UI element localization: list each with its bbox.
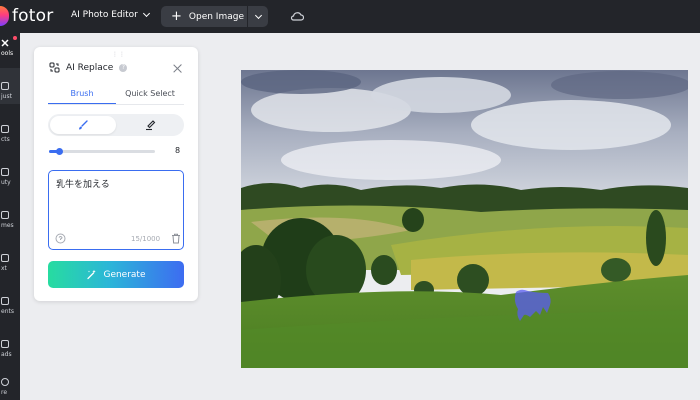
rail-item-elements[interactable]: ents <box>0 297 20 315</box>
ai-replace-panel: ⋮⋮ AI Replace ? Brush Quick Select 8 乳牛を… <box>34 47 198 301</box>
selection-tabs: Brush Quick Select <box>48 85 184 105</box>
brush-icon[interactable] <box>77 119 89 131</box>
text-icon <box>1 254 9 262</box>
rail-item-beauty[interactable]: uty <box>0 168 20 186</box>
rail-label: just <box>1 93 12 100</box>
plus-icon: + <box>171 9 182 24</box>
top-bar: fotor AI Photo Editor + Open Image <box>0 0 700 33</box>
brush-mode-toggle <box>48 114 184 136</box>
panel-title: AI Replace <box>66 62 114 73</box>
info-icon[interactable]: ? <box>119 63 128 72</box>
rail-label: xt <box>1 265 7 272</box>
rail-label: mes <box>1 222 14 229</box>
generate-label: Generate <box>103 269 146 280</box>
landscape-photo <box>241 70 688 368</box>
panel-header: AI Replace ? <box>49 62 128 73</box>
beauty-icon <box>1 168 9 176</box>
drag-handle-icon[interactable]: ⋮⋮ <box>112 51 126 58</box>
fotor-logo[interactable]: fotor <box>0 6 53 26</box>
open-image-button[interactable]: + Open Image <box>161 6 268 27</box>
editor-menu-label: AI Photo Editor <box>71 10 138 20</box>
tab-quick-select[interactable]: Quick Select <box>116 85 184 104</box>
rail-item-more[interactable]: re <box>0 378 20 396</box>
elements-icon <box>1 297 9 305</box>
magic-wand-icon <box>87 269 97 280</box>
editor-menu[interactable]: AI Photo Editor <box>71 9 150 20</box>
rail-label: ads <box>1 351 12 358</box>
prompt-textarea[interactable]: 乳牛を加える 15/1000 <box>48 170 184 250</box>
prompt-idea-icon[interactable] <box>55 233 66 244</box>
open-image-label: Open Image <box>188 11 244 22</box>
photo-canvas[interactable] <box>241 70 688 368</box>
chevron-down-icon <box>142 9 150 18</box>
rail-label: ools <box>1 50 14 57</box>
open-image-main[interactable]: + Open Image <box>161 6 247 27</box>
frames-icon <box>1 211 9 219</box>
rail-label: uty <box>1 179 11 186</box>
rail-label: cts <box>1 136 10 143</box>
chevron-down-icon <box>254 11 262 19</box>
character-count: 15/1000 <box>131 235 161 243</box>
brush-size-slider[interactable] <box>49 148 155 155</box>
rail-item-effects[interactable]: cts <box>0 125 20 143</box>
brush-size-value: 8 <box>175 146 181 155</box>
uploads-icon <box>1 340 9 348</box>
tab-brush[interactable]: Brush <box>48 85 116 104</box>
notification-dot <box>13 36 17 40</box>
rail-label: re <box>1 389 8 396</box>
more-icon <box>1 378 9 386</box>
eraser-icon[interactable] <box>144 119 156 131</box>
prompt-text[interactable]: 乳牛を加える <box>56 177 110 190</box>
adjust-icon <box>1 82 9 90</box>
rail-item-tools[interactable]: ools <box>0 39 20 57</box>
open-image-dropdown[interactable] <box>248 6 268 27</box>
rail-item-text[interactable]: xt <box>0 254 20 272</box>
rail-item-adjust[interactable]: just <box>0 82 20 100</box>
generate-button[interactable]: Generate <box>48 261 184 288</box>
logo-mark-icon <box>0 6 9 26</box>
logo-text: fotor <box>12 6 54 26</box>
close-icon[interactable] <box>173 64 182 73</box>
left-tool-rail: ools just cts uty mes xt ents ads re <box>0 33 20 400</box>
rail-item-uploads[interactable]: ads <box>0 340 20 358</box>
rail-label: ents <box>1 308 14 315</box>
rail-item-frames[interactable]: mes <box>0 211 20 229</box>
tools-icon <box>1 39 9 47</box>
trash-icon[interactable] <box>171 233 181 244</box>
ai-replace-icon <box>49 62 60 73</box>
slider-handle[interactable] <box>56 148 64 155</box>
cloud-icon[interactable] <box>290 11 304 21</box>
effects-icon <box>1 125 9 133</box>
